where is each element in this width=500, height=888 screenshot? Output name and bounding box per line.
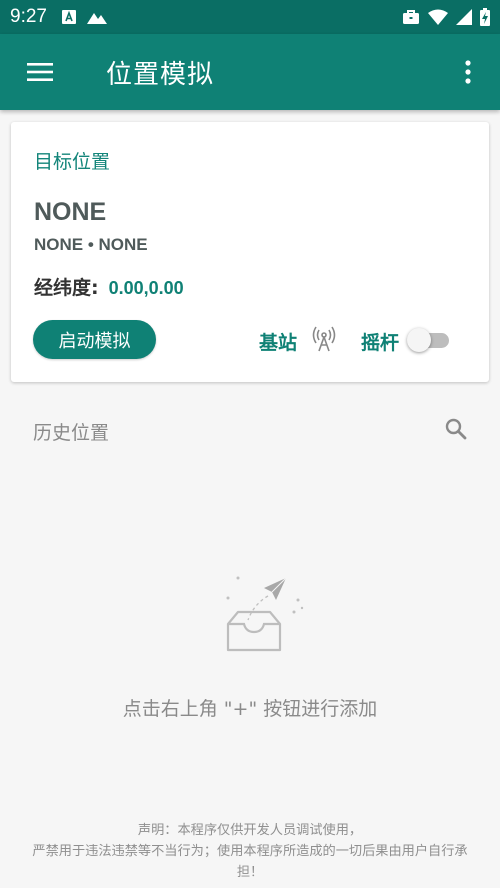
disclaimer-line-3: 担！	[236, 865, 264, 880]
inbox-paper-plane-icon	[226, 576, 304, 652]
disclaimer-line-1: 声明：本程序仅供开发人员调试使用，	[137, 823, 363, 838]
mountain-icon	[86, 13, 107, 24]
target-location-card: 目标位置 NONE NONE • NONE 经纬度: 0.00,0.00 启动模…	[11, 122, 489, 382]
hamburger-menu-icon	[27, 63, 53, 81]
start-simulation-button[interactable]: 启动模拟	[33, 320, 156, 359]
coordinates-label: 经纬度:	[34, 277, 99, 299]
menu-button[interactable]	[0, 34, 80, 110]
joystick-toggle[interactable]	[407, 328, 453, 352]
toggle-thumb	[407, 328, 431, 352]
app-title: 位置模拟	[106, 59, 215, 90]
place-name: NONE	[34, 198, 107, 226]
more-options-button[interactable]	[436, 34, 500, 110]
history-title: 历史位置	[33, 422, 110, 444]
empty-history-hint: 点击右上角 "+" 按钮进行添加	[122, 698, 378, 720]
joystick-label: 摇杆	[361, 332, 400, 354]
place-subtitle: NONE • NONE	[34, 235, 148, 254]
antenna-icon[interactable]	[312, 326, 336, 352]
status-time: 9:27	[10, 6, 47, 27]
history-search-button[interactable]	[441, 414, 471, 444]
base-station-label[interactable]: 基站	[259, 328, 297, 355]
wifi-icon	[428, 9, 448, 25]
signal-icon	[456, 9, 472, 25]
battery-charging-icon	[480, 8, 490, 26]
status-bar: 9:27	[0, 0, 500, 34]
briefcase-icon	[403, 10, 419, 24]
font-download-icon	[61, 10, 76, 24]
disclaimer-line-2: 严禁用于违法违禁等不当行为；使用本程序所造成的一切后果由用户自行承	[32, 844, 468, 859]
more-vert-icon	[465, 60, 471, 84]
coordinates-value: 0.00,0.00	[108, 278, 184, 298]
app-bar: 位置模拟	[0, 34, 500, 110]
disclaimer: 声明：本程序仅供开发人员调试使用， 严禁用于违法违禁等不当行为；使用本程序所造成…	[0, 820, 500, 883]
target-location-label: 目标位置	[34, 151, 111, 173]
search-icon	[445, 418, 467, 440]
coordinates-row: 经纬度: 0.00,0.00	[34, 273, 184, 300]
